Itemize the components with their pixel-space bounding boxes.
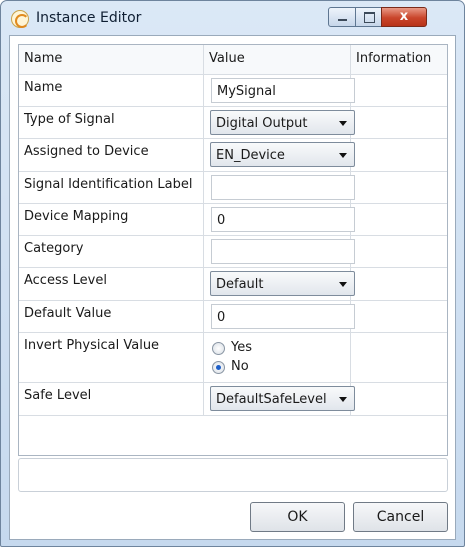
radio-button-no[interactable] [212,361,225,374]
information-cell [351,301,447,332]
name-input[interactable]: MySignal [211,78,355,103]
chevron-down-icon [339,121,347,126]
column-header-value: Value [204,45,351,74]
ok-button[interactable]: OK [250,502,345,532]
information-cell [351,75,447,106]
property-label: Safe Level [19,383,204,415]
property-row-default-value: Default Value 0 [19,301,447,333]
property-row-access-level: Access Level Default [19,268,447,301]
property-row-name: Name MySignal [19,75,447,107]
dialog-client-area: Name Value Information Name MySignal Typ… [9,35,456,540]
instance-editor-window: Instance Editor x Name Value Information… [0,0,465,547]
maximize-button[interactable] [355,7,382,27]
information-cell [351,268,447,300]
category-input[interactable] [211,239,355,264]
property-row-device-mapping: Device Mapping 0 [19,204,447,236]
radio-label-yes: Yes [231,340,252,355]
information-cell [351,236,447,267]
chevron-down-icon [339,397,347,402]
column-header-information: Information [356,51,432,66]
assigned-to-device-dropdown[interactable]: EN_Device [210,142,355,167]
radio-label-no: No [231,359,249,374]
property-label: Assigned to Device [19,139,204,171]
close-icon: x [399,9,409,24]
property-row-invert-physical-value: Invert Physical Value Yes No [19,333,447,383]
information-cell [351,204,447,235]
property-label: Device Mapping [19,204,204,235]
minimize-button[interactable] [328,7,356,27]
invert-physical-value-radio-group: Yes No [204,333,351,382]
property-label: Category [19,236,204,267]
information-cell [351,172,447,203]
column-header-name: Name [19,45,204,74]
property-row-category: Category [19,236,447,268]
dropdown-value: Digital Output [216,116,308,131]
default-value-input[interactable]: 0 [211,304,355,329]
grid-header-row: Name Value Information [19,45,447,75]
radio-button-yes[interactable] [212,342,225,355]
property-label: Type of Signal [19,107,204,138]
dropdown-value: Default [216,277,264,292]
window-title: Instance Editor [36,10,142,26]
property-row-safe-level: Safe Level DefaultSafeLevel [19,383,447,416]
information-cell [351,383,447,415]
type-of-signal-dropdown[interactable]: Digital Output [210,110,355,135]
cancel-button[interactable]: Cancel [353,502,448,532]
device-mapping-input[interactable]: 0 [211,207,355,232]
property-row-signal-identification-label: Signal Identification Label [19,172,447,204]
information-cell [351,107,447,138]
chevron-down-icon [339,282,347,287]
information-cell [351,333,447,382]
property-row-assigned-to-device: Assigned to Device EN_Device [19,139,447,172]
dropdown-value: DefaultSafeLevel [216,392,327,407]
title-bar[interactable]: Instance Editor x [1,1,464,35]
access-level-dropdown[interactable]: Default [210,271,355,296]
property-label: Signal Identification Label [19,172,204,203]
property-grid: Name Value Information Name MySignal Typ… [18,44,448,456]
dropdown-value: EN_Device [216,148,285,163]
signal-identification-label-input[interactable] [211,175,355,200]
chevron-down-icon [339,153,347,158]
information-cell [351,139,447,171]
safe-level-dropdown[interactable]: DefaultSafeLevel [210,386,355,411]
property-row-type-of-signal: Type of Signal Digital Output [19,107,447,139]
close-button[interactable]: x [381,7,427,27]
property-label: Default Value [19,301,204,332]
instance-editor-icon [11,10,29,28]
property-label: Invert Physical Value [19,333,204,382]
message-area [18,458,448,492]
property-label: Name [19,75,204,106]
property-label: Access Level [19,268,204,300]
